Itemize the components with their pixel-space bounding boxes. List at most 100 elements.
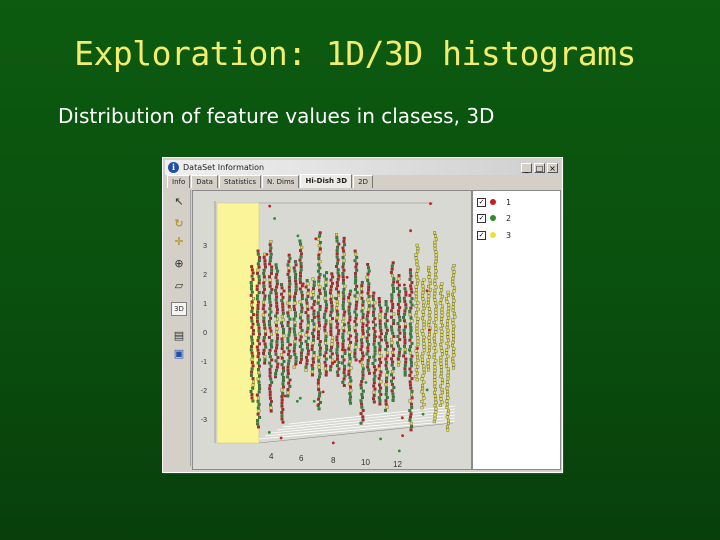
data-point bbox=[422, 396, 426, 400]
tab-n-dims[interactable]: N. Dims bbox=[261, 175, 300, 188]
data-point bbox=[300, 348, 304, 352]
data-point bbox=[384, 364, 388, 367]
move-icon[interactable]: ✛ bbox=[171, 234, 187, 250]
data-point bbox=[311, 357, 315, 361]
data-point bbox=[255, 345, 259, 349]
data-point bbox=[299, 354, 303, 358]
y-tick-label: -2 bbox=[201, 388, 207, 395]
data-point bbox=[439, 355, 443, 359]
class-3-checkbox[interactable]: ✓ bbox=[477, 230, 486, 240]
data-point bbox=[403, 344, 406, 348]
legend-item[interactable]: ✓ 2 bbox=[477, 213, 511, 223]
data-point bbox=[409, 332, 413, 336]
data-point bbox=[359, 287, 363, 291]
data-point bbox=[452, 334, 456, 338]
data-point bbox=[335, 335, 339, 339]
class-1-checkbox[interactable]: ✓ bbox=[477, 197, 486, 207]
data-point bbox=[366, 365, 370, 369]
data-point bbox=[414, 314, 418, 318]
data-point bbox=[433, 384, 437, 388]
data-point bbox=[293, 320, 297, 324]
data-point bbox=[355, 332, 359, 336]
print-icon[interactable]: ▤ bbox=[171, 328, 187, 344]
data-point bbox=[427, 336, 431, 340]
save-icon[interactable]: ▣ bbox=[171, 346, 187, 362]
data-point bbox=[299, 268, 303, 272]
data-point bbox=[372, 384, 376, 388]
3d-toggle-button[interactable]: 3D bbox=[171, 302, 187, 316]
data-point bbox=[270, 268, 274, 272]
data-point bbox=[258, 387, 262, 391]
data-point bbox=[446, 319, 449, 323]
data-point bbox=[342, 316, 346, 320]
data-point bbox=[256, 262, 260, 266]
data-point bbox=[365, 336, 369, 340]
data-point bbox=[324, 373, 328, 377]
legend-item[interactable]: ✓ 1 bbox=[477, 197, 511, 207]
data-point bbox=[310, 306, 314, 310]
class-2-checkbox[interactable]: ✓ bbox=[477, 213, 486, 223]
data-point bbox=[318, 247, 322, 251]
data-point bbox=[262, 256, 266, 259]
data-point bbox=[434, 330, 438, 334]
legend-item[interactable]: ✓ 3 bbox=[477, 230, 511, 240]
data-point bbox=[280, 388, 284, 392]
data-point bbox=[286, 314, 290, 318]
data-point bbox=[452, 264, 456, 268]
maximize-button[interactable]: □ bbox=[534, 162, 545, 173]
select-icon[interactable]: ▱ bbox=[171, 278, 187, 294]
data-point bbox=[446, 370, 450, 374]
data-point bbox=[347, 324, 351, 328]
close-button[interactable]: × bbox=[547, 162, 558, 173]
data-point bbox=[428, 310, 432, 314]
histogram-3d-plot[interactable]: 3 2 1 0 -1 -2 -3 4 6 8 10 12 bbox=[192, 190, 472, 470]
data-point bbox=[317, 388, 321, 392]
data-point bbox=[274, 359, 278, 363]
data-point bbox=[360, 290, 364, 294]
data-point bbox=[317, 327, 321, 331]
data-point bbox=[452, 353, 456, 357]
data-point bbox=[361, 322, 365, 326]
data-point bbox=[263, 355, 267, 359]
class-1-swatch bbox=[490, 199, 496, 205]
data-point bbox=[421, 351, 425, 355]
data-point bbox=[384, 357, 388, 361]
tab-data[interactable]: Data bbox=[191, 175, 218, 188]
data-point bbox=[301, 282, 305, 286]
data-point bbox=[317, 343, 321, 347]
y-tick-label: -1 bbox=[201, 359, 207, 366]
data-point bbox=[447, 316, 451, 320]
data-point bbox=[447, 422, 450, 425]
data-point bbox=[343, 323, 346, 327]
tab-statistics[interactable]: Statistics bbox=[218, 175, 261, 188]
data-point bbox=[361, 389, 365, 393]
arrow-icon[interactable]: ↖ bbox=[171, 194, 187, 210]
data-point bbox=[335, 239, 339, 243]
data-point bbox=[385, 380, 388, 383]
data-point bbox=[414, 285, 418, 289]
rotate-icon[interactable]: ↻ bbox=[171, 216, 187, 232]
data-point bbox=[432, 295, 436, 299]
data-point bbox=[355, 300, 359, 304]
tab-info[interactable]: Info bbox=[167, 175, 191, 188]
data-point bbox=[408, 268, 412, 272]
data-point bbox=[428, 355, 432, 359]
zoom-icon[interactable]: ⊕ bbox=[171, 256, 187, 272]
data-point bbox=[426, 304, 430, 308]
legend-label: 3 bbox=[506, 230, 512, 240]
window-titlebar[interactable]: i DataSet Information _ □ × bbox=[165, 160, 560, 175]
data-point bbox=[274, 263, 278, 267]
tab-2d[interactable]: 2D bbox=[353, 175, 373, 188]
data-point bbox=[360, 338, 363, 342]
plot-canvas[interactable]: 3 2 1 0 -1 -2 -3 4 6 8 10 12 bbox=[193, 191, 471, 469]
data-point bbox=[439, 362, 443, 366]
data-point bbox=[360, 341, 364, 345]
minimize-button[interactable]: _ bbox=[521, 162, 532, 173]
data-point bbox=[324, 300, 328, 303]
data-point bbox=[410, 303, 414, 307]
data-point bbox=[397, 325, 401, 329]
data-point bbox=[408, 293, 412, 297]
data-point bbox=[378, 322, 382, 326]
data-point bbox=[408, 383, 412, 387]
tab-hi-dish-3d[interactable]: Hi-Dish 3D bbox=[300, 174, 353, 188]
